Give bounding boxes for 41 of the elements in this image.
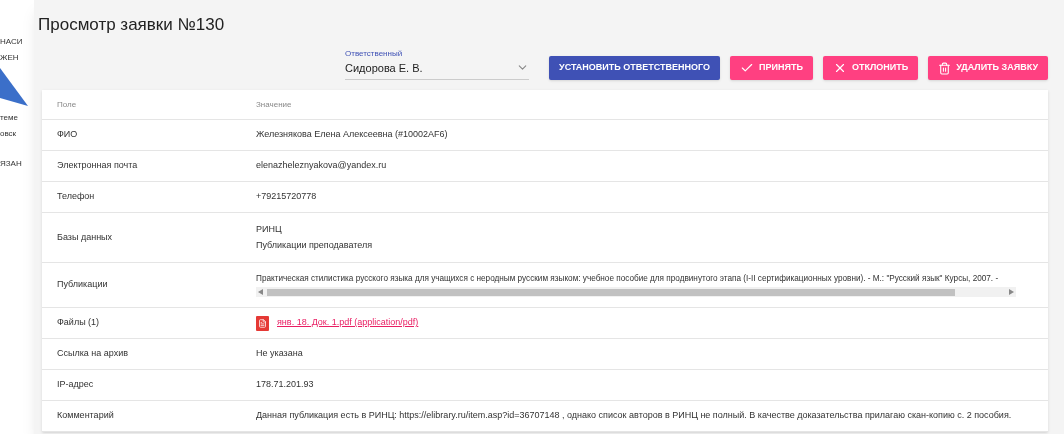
value-text: +79215720778 — [256, 190, 317, 204]
field-name: ФИО — [56, 128, 79, 142]
horizontal-scrollbar[interactable] — [256, 287, 1016, 297]
field-name: Файлы (1) — [56, 316, 101, 330]
value-text: Железнякова Елена Алексеевна (#10002AF6) — [256, 128, 448, 142]
field-name: Телефон — [56, 190, 96, 204]
field-name: Публикации — [56, 278, 109, 292]
column-header: Значение — [256, 98, 292, 111]
action-button[interactable]: ПРИНЯТЬ — [730, 56, 813, 80]
scroll-left-icon[interactable] — [258, 289, 263, 295]
scroll-right-icon[interactable] — [1009, 289, 1014, 295]
value-text: elenazheleznyakova@yandex.ru — [256, 159, 387, 173]
background-text: НАСИ — [0, 36, 24, 48]
field-label: Ответственный — [345, 47, 404, 60]
field-name: Базы данных — [56, 230, 114, 244]
background-text: теме — [0, 112, 19, 124]
field-name: Ссылка на архив — [56, 347, 130, 361]
field-name: Комментарий — [56, 409, 115, 423]
field-name: Электронная почта — [56, 159, 139, 173]
value-text: Публикации преподавателя — [256, 239, 373, 252]
action-button[interactable]: ОТКЛОНИТЬ — [822, 56, 919, 80]
value-text: Практическая стилистика русского языка для учащихся с неродным русским языком: учебное пособие для продвинутого этапа (I-II сертификационных уровни). - М.: "Русский язык" Курсы, 2007. - — [256, 273, 1000, 285]
arrow-pointer-icon — [0, 68, 30, 108]
background-text: овск — [0, 128, 18, 140]
column-header: Поле — [56, 98, 78, 111]
file-link[interactable]: янв. 18. Док. 1.pdf (application/pdf) — [277, 316, 419, 330]
pdf-file-icon — [256, 315, 269, 331]
background-text: ЖЕН — [0, 52, 20, 64]
field-value: Сидорова Е. В. — [345, 60, 423, 76]
action-button[interactable]: УСТАНОВИТЬ ОТВЕТСТВЕННОГО — [549, 56, 721, 80]
action-button[interactable]: УДАЛИТЬ ЗАЯВКУ — [928, 56, 1048, 80]
dialog-title: Просмотр заявки №130 — [38, 14, 226, 36]
field-name: IP-адрес — [56, 378, 95, 392]
background-text: ЯЗАН — [0, 158, 23, 170]
check-icon — [740, 61, 755, 75]
value-text: РИНЦ — [256, 222, 283, 236]
value-text: 178.71.201.93 — [256, 378, 314, 392]
value-text: Данная публикация есть в РИНЦ: https://elibrary.ru/item.asp?id=36707148 , однако список авторов в РИНЦ не полный. В качестве доказательства прилагаю скан-копию с. 2 пособия. — [256, 409, 1012, 423]
responsible-select[interactable]: Ответственный Сидорова Е. В. — [345, 47, 530, 80]
value-text: Не указана — [256, 347, 303, 361]
trash-icon — [938, 61, 952, 75]
